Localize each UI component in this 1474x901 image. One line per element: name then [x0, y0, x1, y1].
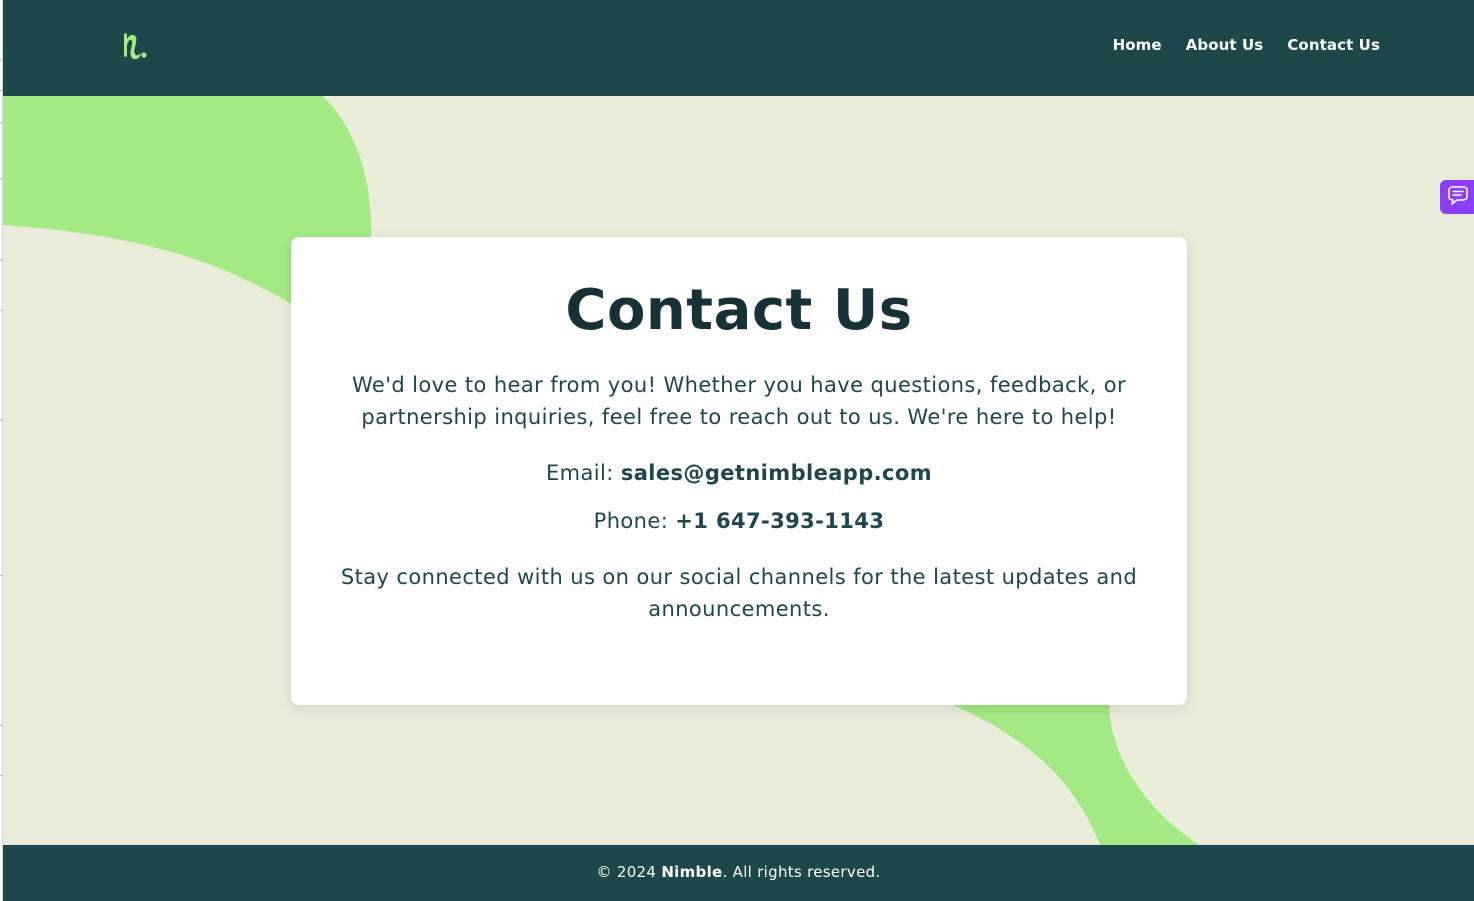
bottom-right-blob	[953, 705, 1199, 845]
email-link[interactable]: sales@getnimbleapp.com	[621, 461, 932, 485]
outro-text: Stay connected with us on our social cha…	[340, 565, 1138, 621]
footer-brand: Nimble	[661, 863, 723, 881]
chat-widget-tab[interactable]	[1440, 180, 1474, 214]
copyright-prefix: © 2024	[596, 863, 662, 881]
nav-about-us[interactable]: About Us	[1186, 36, 1264, 54]
nimble-logo-icon	[124, 33, 147, 60]
copyright-suffix: . All rights reserved.	[722, 863, 881, 881]
nav-contact-us[interactable]: Contact Us	[1287, 36, 1380, 54]
phone-line: Phone: +1 647-393-1143	[339, 505, 1139, 537]
site-header: Home About Us Contact Us	[3, 0, 1474, 96]
chat-bubble-icon	[1448, 186, 1468, 205]
nav-home[interactable]: Home	[1113, 36, 1162, 54]
email-line: Email: sales@getnimbleapp.com	[339, 457, 1139, 489]
site-footer: © 2024 Nimble. All rights reserved.	[3, 845, 1474, 901]
intro-text: We'd love to hear from you! Whether you …	[351, 373, 1127, 429]
page-title: Contact Us	[565, 278, 913, 343]
phone-link[interactable]: +1 647-393-1143	[675, 509, 884, 533]
main-nav: Home About Us Contact Us	[1113, 36, 1380, 54]
nimble-logo[interactable]	[119, 30, 151, 64]
main-content: Contact Us We'd love to hear from you! W…	[3, 96, 1474, 845]
email-label: Email:	[545, 461, 614, 485]
phone-label: Phone:	[593, 509, 669, 533]
contact-card: Contact Us We'd love to hear from you! W…	[291, 237, 1187, 705]
